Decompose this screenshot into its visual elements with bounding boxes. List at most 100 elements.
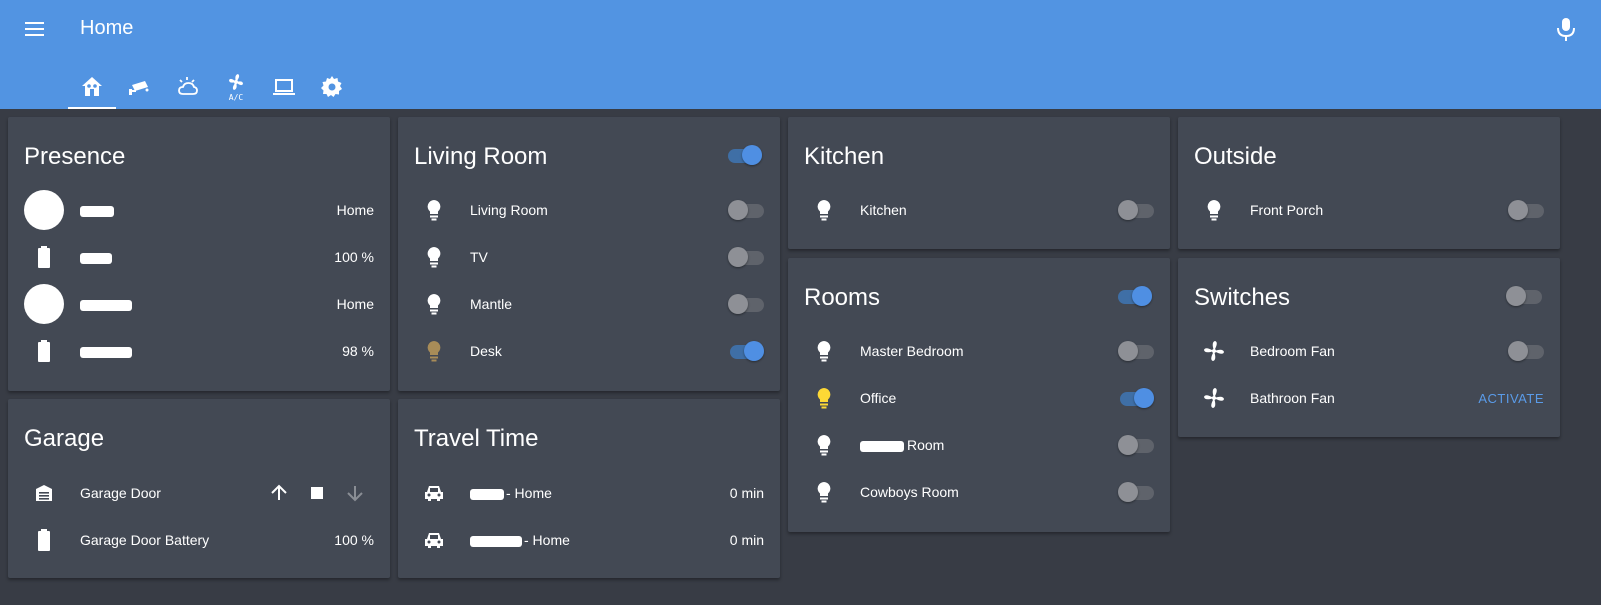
state-value: 0 min: [729, 532, 764, 548]
light-toggle[interactable]: [728, 341, 764, 361]
card-title: Switches: [1194, 284, 1291, 311]
microphone-icon[interactable]: [1555, 16, 1577, 42]
lightbulb-icon: [427, 294, 441, 315]
lightbulb-icon: [817, 341, 831, 362]
state-value: Home: [336, 296, 374, 312]
card-title: Travel Time: [414, 425, 539, 452]
presence-row[interactable]: 98 %: [24, 331, 374, 371]
arrow-down-icon: [347, 486, 363, 502]
stop-icon: [311, 487, 323, 499]
battery-icon: [38, 529, 50, 551]
view-tabs: A/C: [68, 64, 356, 109]
redacted-name: [470, 535, 522, 547]
living-room-card: Living Room Living Room TV Mantle Desk: [398, 117, 780, 391]
car-icon: [425, 486, 443, 501]
svg-text:A/C: A/C: [229, 93, 244, 101]
light-row[interactable]: Kitchen: [804, 190, 1154, 230]
state-value: 100 %: [334, 532, 374, 548]
switch-row[interactable]: Bedroom Fan: [1194, 331, 1544, 371]
switch-label: Bedroom Fan: [1250, 343, 1335, 359]
light-toggle[interactable]: [1118, 341, 1154, 361]
card-title: Rooms: [804, 284, 881, 311]
redacted-name: [860, 440, 904, 452]
cover-close-button[interactable]: [336, 474, 374, 512]
lightbulb-icon: [427, 247, 441, 268]
tab-climate[interactable]: A/C: [212, 64, 260, 109]
light-row[interactable]: Desk: [414, 331, 764, 371]
state-value: Home: [336, 202, 374, 218]
light-label: Cowboys Room: [860, 484, 959, 500]
home-icon: [82, 76, 102, 96]
gear-icon: [321, 75, 342, 97]
light-row[interactable]: Cowboys Room: [804, 472, 1154, 512]
light-toggle[interactable]: [728, 247, 764, 267]
garage-icon: [36, 485, 52, 501]
state-value: 100 %: [334, 249, 374, 265]
lightbulb-icon: [427, 341, 441, 362]
cover-open-button[interactable]: [260, 474, 298, 512]
rooms-card: Rooms Master Bedroom Office Room Cowboys…: [788, 258, 1170, 532]
fan-icon: [1204, 388, 1224, 408]
light-row[interactable]: Room: [804, 425, 1154, 465]
switch-row[interactable]: Bathroon Fan ACTIVATE: [1194, 378, 1544, 418]
light-toggle[interactable]: [1118, 482, 1154, 502]
avatar: [24, 190, 64, 230]
switch-toggle[interactable]: [1508, 341, 1544, 361]
light-label: TV: [470, 249, 488, 265]
presence-row[interactable]: Home: [24, 284, 374, 324]
presence-row[interactable]: Home: [24, 190, 374, 230]
cover-stop-button[interactable]: [298, 474, 336, 512]
garage-door-label: Garage Door: [80, 485, 161, 501]
lightbulb-icon: [817, 482, 831, 503]
redacted-name: [80, 346, 132, 358]
light-toggle[interactable]: [1118, 200, 1154, 220]
app-header: Home A/C: [0, 0, 1601, 109]
garage-door-row[interactable]: Garage Door: [24, 473, 374, 513]
switch-label: Bathroon Fan: [1250, 390, 1335, 406]
tab-cameras[interactable]: [116, 64, 164, 109]
travel-label: - Home: [506, 485, 552, 501]
tab-settings[interactable]: [308, 64, 356, 109]
lightbulb-icon: [817, 388, 831, 409]
garage-battery-row[interactable]: Garage Door Battery 100 %: [24, 520, 374, 560]
state-value: 98 %: [342, 343, 374, 359]
light-toggle[interactable]: [728, 294, 764, 314]
card-title: Outside: [1194, 143, 1277, 170]
weather-icon: [178, 76, 198, 95]
light-row[interactable]: Living Room: [414, 190, 764, 230]
menu-icon[interactable]: [22, 16, 48, 42]
car-icon: [425, 533, 443, 548]
tab-devices[interactable]: [260, 64, 308, 109]
light-label: Front Porch: [1250, 202, 1324, 218]
light-label: Office: [860, 390, 897, 406]
group-toggle[interactable]: [1506, 286, 1542, 306]
lightbulb-icon: [427, 200, 441, 221]
light-toggle[interactable]: [728, 200, 764, 220]
redacted-name: [470, 488, 504, 500]
travel-row[interactable]: - Home 0 min: [414, 520, 764, 560]
group-toggle[interactable]: [726, 145, 762, 165]
light-toggle[interactable]: [1118, 388, 1154, 408]
activate-button[interactable]: ACTIVATE: [1478, 391, 1544, 406]
redacted-name: [80, 299, 132, 311]
group-toggle[interactable]: [1116, 286, 1152, 306]
garage-card: Garage Garage Door Garage Door Battery 1…: [8, 399, 390, 578]
light-toggle[interactable]: [1508, 200, 1544, 220]
laptop-icon: [273, 78, 295, 95]
light-row[interactable]: Front Porch: [1194, 190, 1544, 230]
light-row[interactable]: Master Bedroom: [804, 331, 1154, 371]
tab-home[interactable]: [68, 64, 116, 109]
light-row[interactable]: Office: [804, 378, 1154, 418]
light-row[interactable]: TV: [414, 237, 764, 277]
card-title: Living Room: [414, 143, 548, 170]
light-label: Mantle: [470, 296, 513, 312]
arrow-up-icon: [271, 484, 287, 500]
garage-battery-label: Garage Door Battery: [80, 532, 210, 548]
presence-row[interactable]: 100 %: [24, 237, 374, 277]
light-toggle[interactable]: [1118, 435, 1154, 455]
redacted-name: [80, 252, 112, 264]
light-row[interactable]: Mantle: [414, 284, 764, 324]
light-label: Kitchen: [860, 202, 907, 218]
travel-row[interactable]: - Home 0 min: [414, 473, 764, 513]
tab-weather[interactable]: [164, 64, 212, 109]
